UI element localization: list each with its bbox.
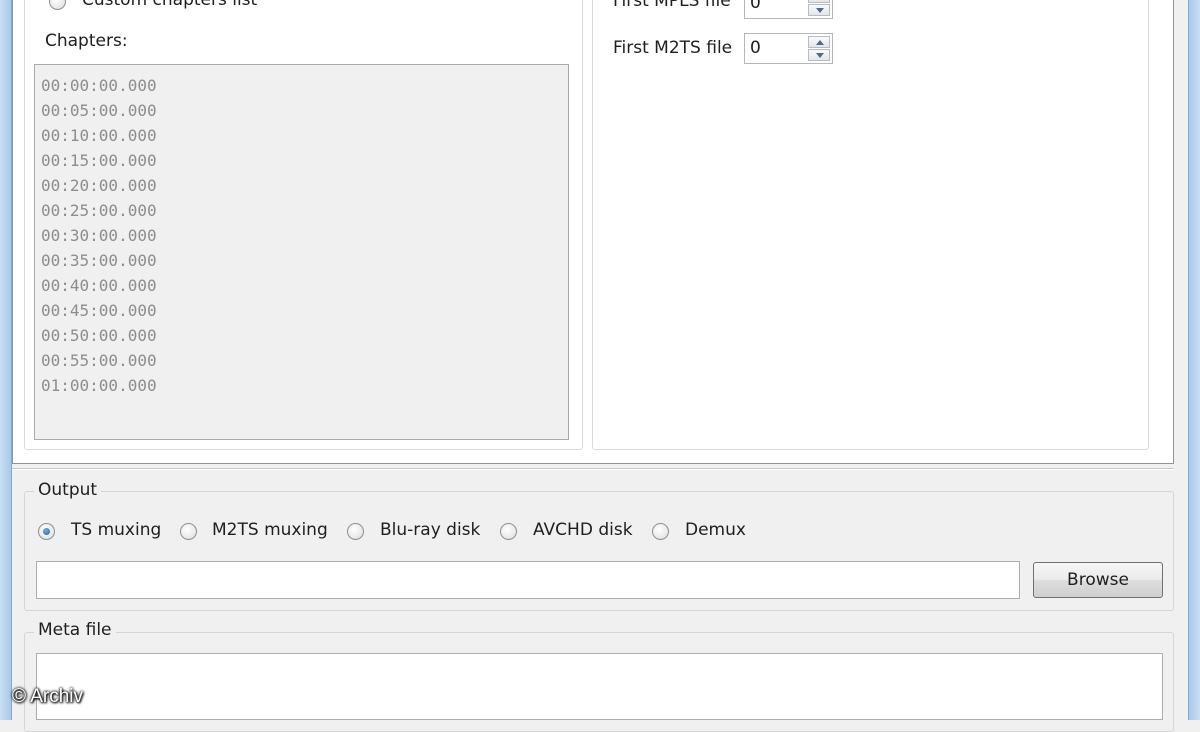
spin-down-icon[interactable] (808, 49, 830, 61)
output-avchd-disk-label: AVCHD disk (533, 520, 633, 540)
first-mpls-spin-buttons (808, 0, 830, 16)
chapter-item: 00:10:00.000 (41, 126, 157, 145)
chapter-item: 00:40:00.000 (41, 276, 157, 295)
output-avchd-disk-radio[interactable] (500, 523, 517, 540)
window-frame-right (1188, 0, 1200, 720)
blu-ray-panel (592, 0, 1149, 450)
output-path-input[interactable] (36, 561, 1020, 599)
output-blu-ray-disk-radio[interactable] (347, 523, 364, 540)
spin-down-icon[interactable] (808, 4, 830, 16)
output-m2ts-muxing-radio[interactable] (180, 523, 197, 540)
meta-file-textarea[interactable] (36, 653, 1163, 720)
window-frame-left (0, 0, 12, 720)
output-demux-label: Demux (685, 520, 746, 540)
first-mpls-label: First MPLS file (613, 0, 731, 11)
chapter-item: 00:45:00.000 (41, 301, 157, 320)
chapter-item: 00:20:00.000 (41, 176, 157, 195)
chapter-item: 00:00:00.000 (41, 76, 157, 95)
output-ts-muxing-radio[interactable] (38, 523, 55, 540)
first-m2ts-value: 0 (750, 38, 761, 58)
chapter-item: 00:25:00.000 (41, 201, 157, 220)
output-group-label: Output (34, 480, 102, 500)
first-mpls-spinner[interactable]: 0 (744, 0, 833, 19)
first-m2ts-spin-buttons (808, 36, 830, 61)
section-separator (12, 468, 1174, 470)
browse-button[interactable]: Browse (1033, 562, 1163, 598)
chapter-item: 01:00:00.000 (41, 376, 157, 395)
chapter-item: 00:30:00.000 (41, 226, 157, 245)
spin-up-icon[interactable] (808, 0, 830, 3)
first-m2ts-spinner[interactable]: 0 (744, 33, 833, 64)
spin-up-icon[interactable] (808, 36, 830, 48)
first-mpls-value: 0 (750, 0, 761, 13)
output-ts-muxing-label: TS muxing (71, 520, 162, 540)
output-blu-ray-disk-label: Blu-ray disk (380, 520, 481, 540)
output-demux-radio[interactable] (652, 523, 669, 540)
custom-chapters-label: Custom chapters list (82, 0, 258, 10)
chapters-list[interactable]: 00:00:00.000 00:05:00.000 00:10:00.000 0… (34, 64, 569, 440)
meta-file-group-label: Meta file (34, 620, 116, 640)
chapter-item: 00:55:00.000 (41, 351, 157, 370)
first-m2ts-label: First M2TS file (613, 38, 733, 58)
chapters-label: Chapters: (45, 31, 128, 51)
output-m2ts-muxing-label: M2TS muxing (212, 520, 328, 540)
chapter-item: 00:50:00.000 (41, 326, 157, 345)
copyright-watermark: © Archiv (12, 686, 84, 707)
chapter-item: 00:05:00.000 (41, 101, 157, 120)
chapter-item: 00:35:00.000 (41, 251, 157, 270)
chapter-item: 00:15:00.000 (41, 151, 157, 170)
